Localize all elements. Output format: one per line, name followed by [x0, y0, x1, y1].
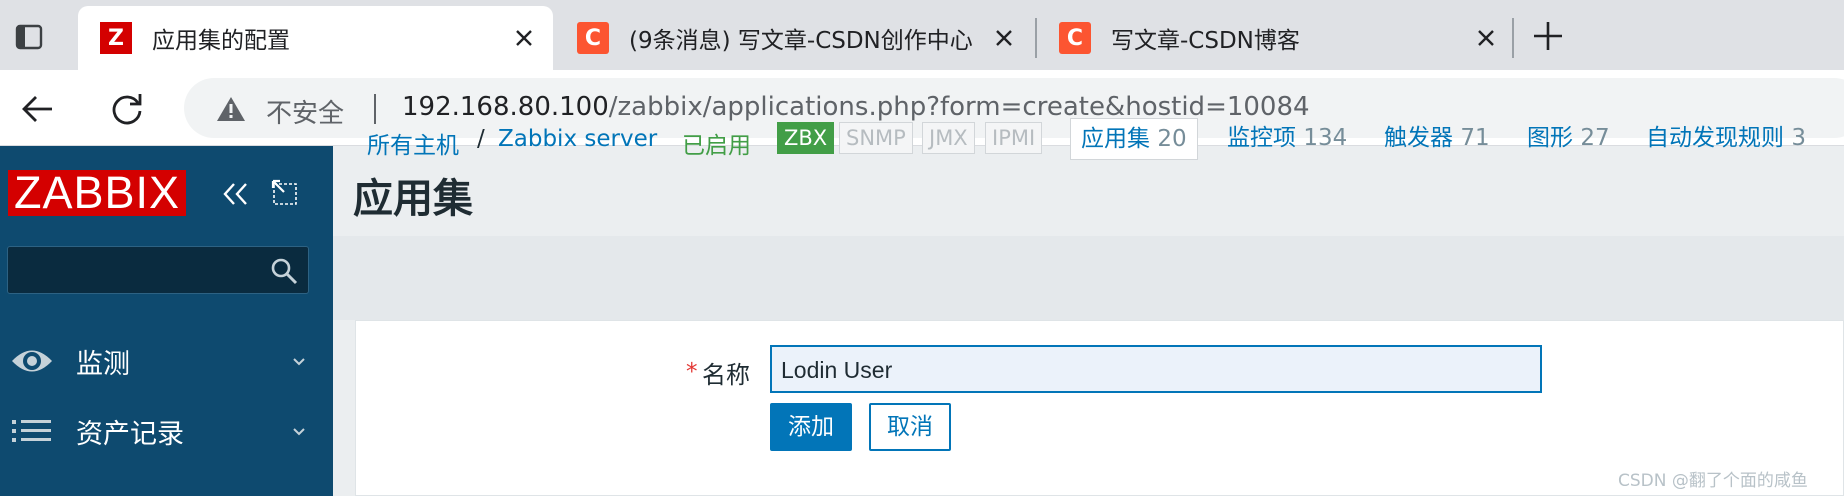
back-arrow-icon[interactable] — [18, 89, 58, 129]
chevron-down-icon — [293, 358, 305, 366]
tab-label: 自动发现规则 — [1646, 125, 1784, 151]
url-path: /zabbix/applications.php?form=create&hos… — [608, 92, 1310, 122]
sidebar-item-label: 监测 — [76, 349, 130, 380]
add-button[interactable]: 添加 — [770, 403, 852, 451]
tab-label: 触发器 — [1384, 125, 1453, 151]
availability-snmp-badge: SNMP — [839, 122, 913, 154]
csdn-favicon-icon: C — [1059, 22, 1091, 54]
chevron-down-icon — [293, 428, 305, 436]
csdn-watermark: CSDN @翻了个面的咸鱼 — [1618, 471, 1808, 491]
tab-count: 134 — [1303, 125, 1348, 151]
sidebar-item-inventory[interactable]: 资产记录 — [0, 396, 333, 466]
sidebar-search-input[interactable] — [7, 246, 309, 294]
browser-tab-zabbix[interactable]: Z 应用集的配置 — [78, 6, 553, 70]
security-label[interactable]: 不安全 — [266, 93, 344, 130]
zabbix-favicon-icon: Z — [100, 22, 132, 54]
eye-icon — [12, 350, 52, 372]
sidebar-item-monitoring[interactable]: 监测 — [0, 326, 333, 396]
collapse-sidebar-icon[interactable] — [220, 178, 252, 210]
tab-triggers[interactable]: 触发器 71 — [1374, 118, 1500, 160]
tab-items[interactable]: 监控项 134 — [1217, 118, 1357, 160]
name-field[interactable]: Lodin User — [770, 345, 1542, 393]
tab-discovery-rules[interactable]: 自动发现规则 3 — [1636, 118, 1816, 160]
list-icon — [12, 420, 51, 442]
tab-actions-icon[interactable] — [14, 22, 44, 52]
tab-label: 监控项 — [1227, 125, 1296, 151]
host-status-enabled[interactable]: 已启用 — [682, 126, 751, 160]
breadcrumb-host[interactable]: Zabbix server — [498, 126, 657, 152]
browser-tab-csdn-blog[interactable]: C 写文章-CSDN博客 — [1037, 6, 1515, 70]
tab-count: 20 — [1157, 126, 1187, 152]
tab-title: 应用集的配置 — [152, 28, 290, 54]
browser-tab-strip: Z 应用集的配置 C (9条消息) 写文章-CSDN创作中心 C 写文章-CSD… — [0, 0, 1844, 70]
search-icon[interactable] — [270, 257, 298, 285]
host-navigation-bar — [333, 236, 1844, 320]
tab-divider — [1512, 18, 1514, 58]
required-marker: * — [686, 359, 698, 385]
close-tab-icon[interactable] — [1473, 25, 1499, 51]
url-host: 192.168.80.100 — [402, 92, 609, 122]
tab-count: 3 — [1791, 125, 1806, 151]
tab-title: 写文章-CSDN博客 — [1111, 28, 1300, 54]
tab-count: 71 — [1460, 125, 1490, 151]
sidebar: ZABBIX 监测 资产记录 — [0, 146, 333, 496]
availability-jmx-badge: JMX — [922, 122, 975, 154]
tab-count: 27 — [1580, 125, 1610, 151]
reload-icon[interactable] — [107, 89, 147, 129]
tab-label: 图形 — [1527, 125, 1573, 151]
new-tab-icon[interactable] — [1530, 18, 1566, 54]
breadcrumb-all-hosts[interactable]: 所有主机 — [367, 126, 459, 160]
warning-icon[interactable] — [216, 95, 246, 123]
availability-zbx-badge: ZBX — [777, 122, 835, 154]
page-title: 应用集 — [353, 176, 473, 222]
address-divider — [374, 94, 376, 124]
kiosk-mode-icon[interactable] — [270, 178, 300, 208]
cancel-button[interactable]: 取消 — [869, 403, 951, 451]
csdn-favicon-icon: C — [577, 22, 609, 54]
name-label: 名称 — [702, 361, 750, 389]
tab-label: 应用集 — [1081, 126, 1150, 152]
close-tab-icon[interactable] — [511, 25, 537, 51]
tab-applications[interactable]: 应用集 20 — [1070, 118, 1198, 160]
sidebar-item-label: 资产记录 — [76, 419, 184, 450]
breadcrumb-separator: / — [477, 126, 485, 152]
tab-graphs[interactable]: 图形 27 — [1517, 118, 1620, 160]
tab-title: (9条消息) 写文章-CSDN创作中心 — [629, 28, 973, 54]
zabbix-logo[interactable]: ZABBIX — [8, 170, 187, 216]
browser-tab-csdn-creator[interactable]: C (9条消息) 写文章-CSDN创作中心 — [555, 6, 1033, 70]
availability-ipmi-badge: IPMI — [985, 122, 1043, 154]
close-tab-icon[interactable] — [991, 25, 1017, 51]
